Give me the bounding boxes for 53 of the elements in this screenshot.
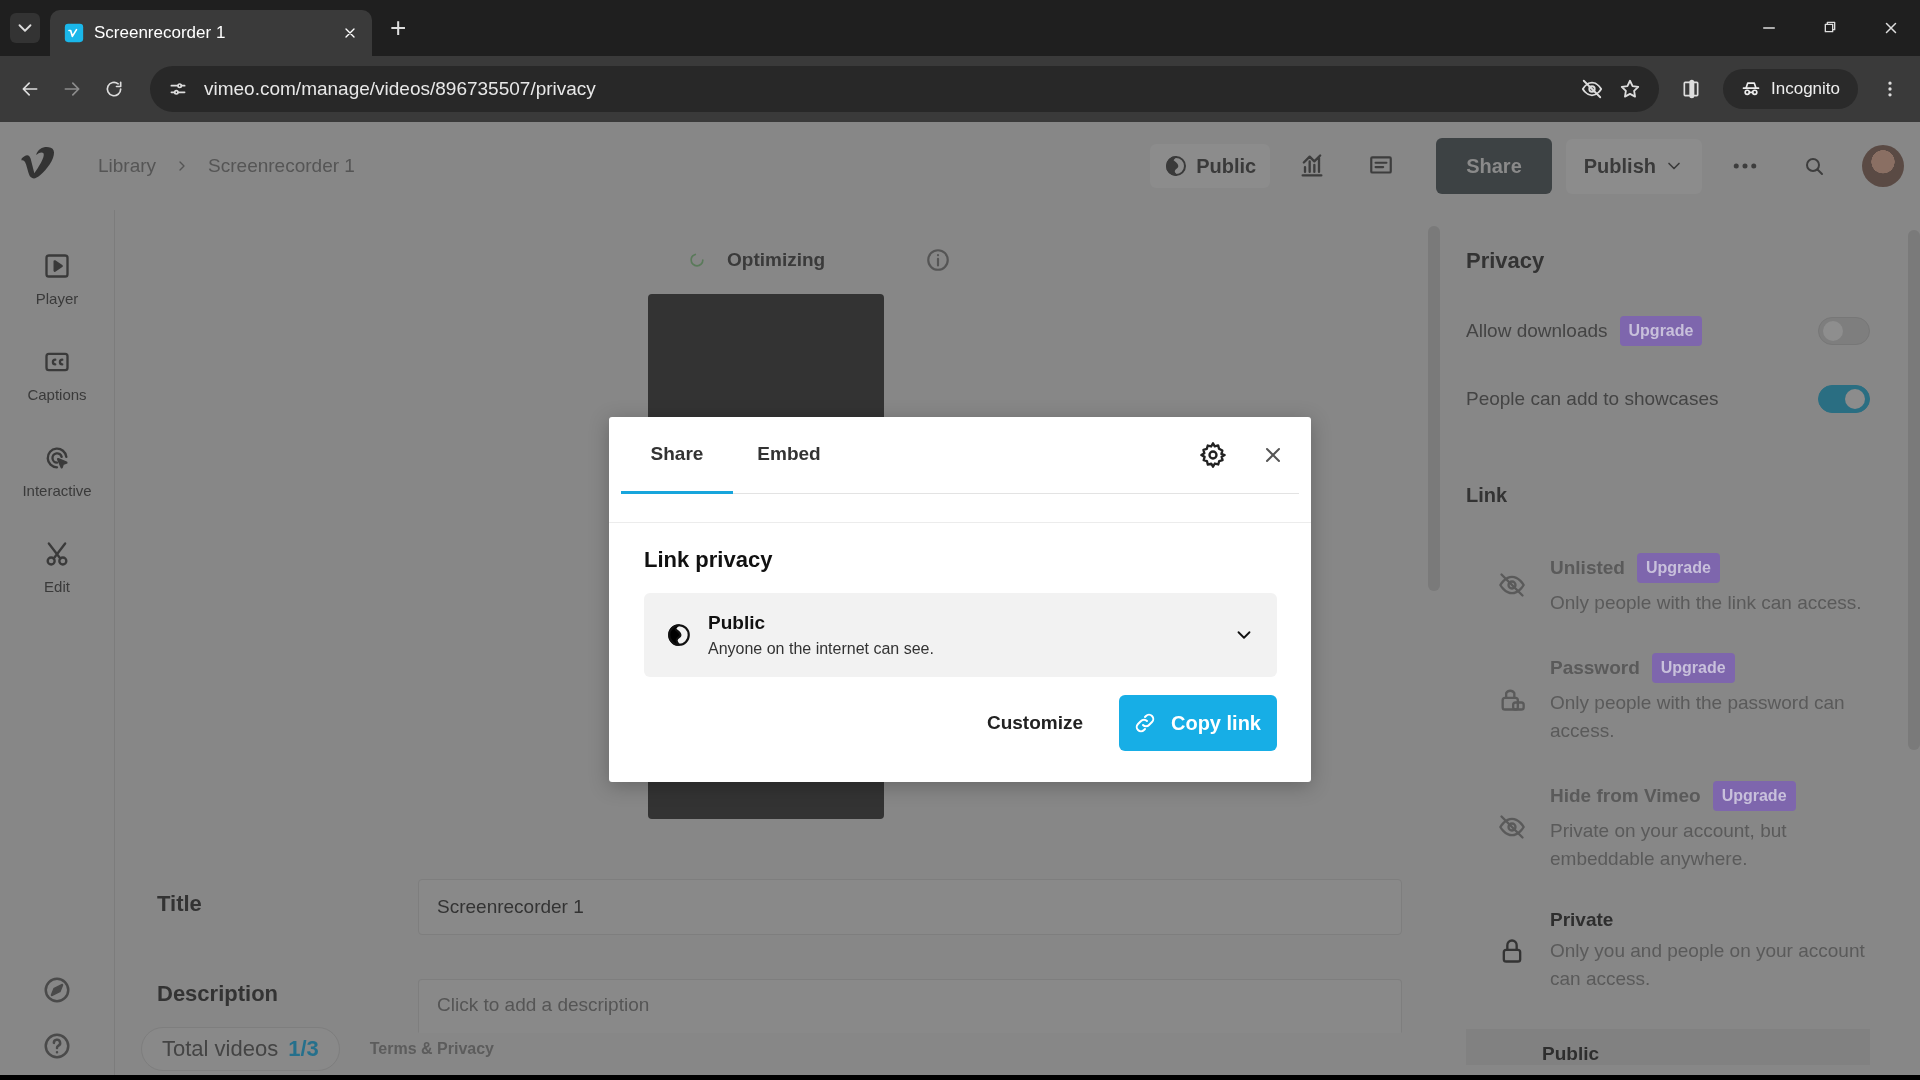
panel-title: Privacy xyxy=(1466,248,1546,274)
publish-button[interactable]: Publish xyxy=(1565,138,1702,194)
eye-off-icon[interactable] xyxy=(1581,78,1603,100)
play-icon xyxy=(43,252,71,280)
privacy-option[interactable]: Public xyxy=(1466,1029,1870,1065)
restore-icon[interactable] xyxy=(1822,19,1838,35)
link-icon xyxy=(1133,711,1157,735)
text-field[interactable]: Screenrecorder 1 xyxy=(418,879,1402,935)
field-label: Title xyxy=(156,890,203,917)
sidebar-item[interactable]: Player xyxy=(35,240,79,336)
privacy-dropdown[interactable]: Public Anyone on the internet can see. xyxy=(644,593,1277,677)
sidebar-item[interactable]: Edit xyxy=(43,528,71,624)
eye-off-icon xyxy=(1498,813,1526,841)
globe-icon xyxy=(666,622,692,648)
address-bar[interactable]: vimeo.com/manage/videos/896735507/privacy xyxy=(150,66,1659,112)
share-button[interactable]: Share xyxy=(1436,138,1552,194)
field-label: Description xyxy=(156,980,280,1007)
status-text: Optimizing xyxy=(727,249,826,271)
tab-title: Screenrecorder 1 xyxy=(94,23,227,43)
dropdown-title: Public xyxy=(708,612,766,634)
tab-list-icon[interactable] xyxy=(10,13,40,43)
dialog-tab[interactable]: Embed xyxy=(733,416,845,494)
section-heading: Link xyxy=(1466,484,1509,507)
customize-button[interactable]: Customize xyxy=(980,711,1089,735)
sidebar-item[interactable]: Captions xyxy=(27,336,87,432)
browser-tab[interactable]: Screenrecorder 1 xyxy=(50,10,372,56)
setting-label: Allow downloads xyxy=(1466,320,1608,342)
back-icon[interactable] xyxy=(20,79,40,99)
compass-icon[interactable] xyxy=(42,975,72,1005)
copy-link-button[interactable]: Copy link xyxy=(1119,695,1277,751)
dialog-heading: Link privacy xyxy=(644,547,774,573)
site-icon xyxy=(64,23,84,43)
dialog-tab[interactable]: Share xyxy=(621,416,733,494)
forward-icon[interactable] xyxy=(62,79,82,99)
star-icon[interactable] xyxy=(1619,78,1641,100)
settings-icon[interactable] xyxy=(1199,441,1227,469)
reload-icon[interactable] xyxy=(104,79,124,99)
incognito-button[interactable]: Incognito xyxy=(1723,69,1858,109)
url-text: vimeo.com/manage/videos/896735507/privacy xyxy=(204,78,596,100)
new-tab-button[interactable]: + xyxy=(390,14,407,42)
option-title: Public xyxy=(1542,1043,1599,1065)
setting-label: People can add to showcases xyxy=(1466,388,1719,410)
toggle-switch[interactable] xyxy=(1818,385,1870,413)
eye-off-icon xyxy=(1498,571,1526,599)
option-title: Private xyxy=(1550,909,1614,931)
usage-pill: Total videos 1/3 xyxy=(141,1027,340,1071)
help-icon[interactable] xyxy=(42,1031,72,1061)
dropdown-description: Anyone on the internet can see. xyxy=(708,640,934,658)
globe-icon xyxy=(1164,154,1189,178)
privacy-button[interactable]: Public xyxy=(1150,144,1271,188)
upgrade-badge[interactable]: Upgrade xyxy=(1619,316,1703,346)
side-panel-icon[interactable] xyxy=(1681,79,1701,99)
sidebar-item[interactable]: Interactive xyxy=(22,432,92,528)
